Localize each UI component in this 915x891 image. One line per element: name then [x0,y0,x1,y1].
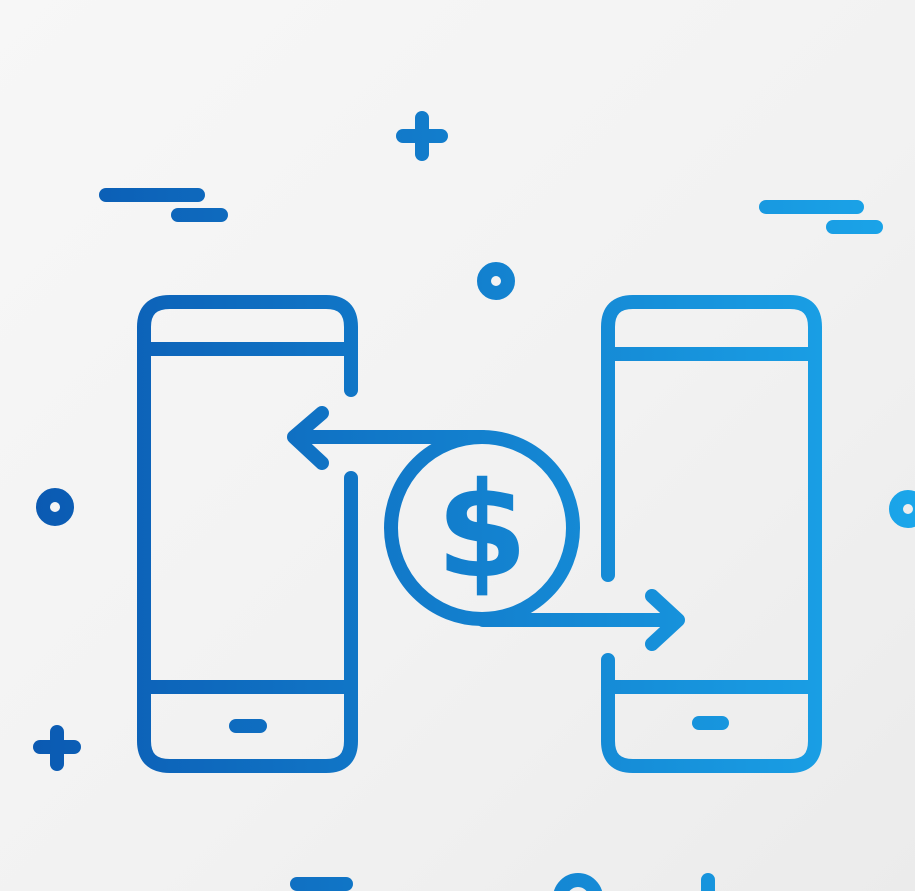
circle-icon [554,873,602,891]
plus-icon [396,111,448,161]
dollar-symbol: $ [436,454,528,608]
dollar-coin-icon: $ [384,430,580,626]
circle-icon [477,262,515,300]
circle-icon [889,490,915,528]
money-transfer-illustration: $ [33,111,915,891]
dash-lines-icon [99,188,228,222]
receiver-phone-icon [601,295,822,773]
circle-icon [36,488,74,526]
plus-icon [33,725,81,771]
sender-phone-icon [137,295,358,773]
dash-lines-icon [759,200,883,234]
